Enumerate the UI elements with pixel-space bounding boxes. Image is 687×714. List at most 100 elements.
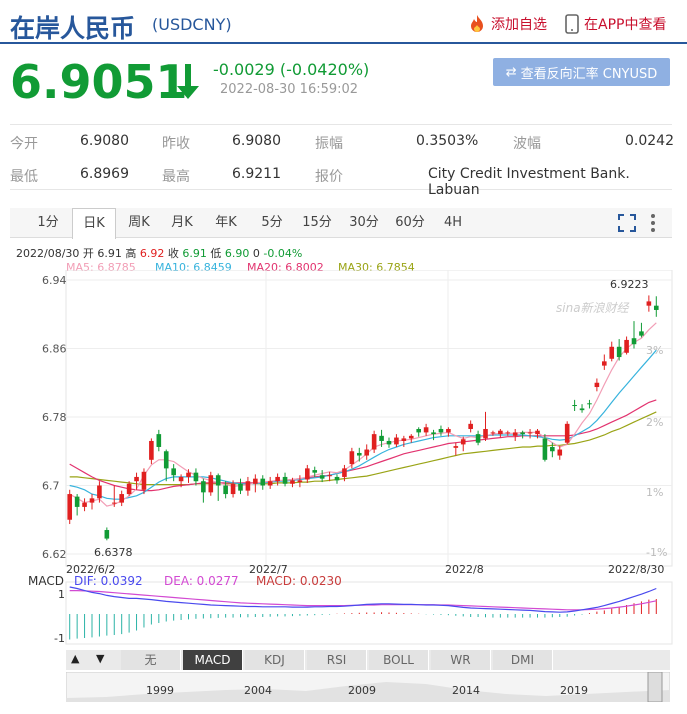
- candle-body: [564, 423, 570, 443]
- candle-body: [371, 434, 377, 450]
- candle-body: [89, 498, 95, 503]
- y-tick-label: 6.7: [42, 480, 60, 493]
- candle-body: [178, 476, 184, 482]
- more-options-icon[interactable]: [650, 213, 656, 233]
- wave-label: 波幅: [513, 136, 541, 152]
- candle-body: [186, 472, 191, 477]
- candle-body: [594, 382, 600, 388]
- indicator-kdj[interactable]: KDJ: [245, 650, 305, 670]
- amplitude-label: 振幅: [315, 136, 343, 152]
- tab-1min[interactable]: 1分: [28, 208, 68, 238]
- scroll-up-button[interactable]: ▲: [71, 652, 79, 665]
- prev-close-label: 昨收: [162, 136, 190, 152]
- reverse-rate-button[interactable]: ⇄ 查看反向汇率 CNYUSD: [493, 58, 670, 86]
- macd-value-label: MACD: 0.0230: [256, 574, 342, 588]
- price-change: -0.0029 (-0.0420%): [213, 60, 370, 79]
- macd-title: MACD: [28, 574, 64, 588]
- open-value: 6.9080: [80, 133, 129, 149]
- tab-monthly-k[interactable]: 月K: [162, 208, 202, 238]
- candle-body: [557, 449, 563, 456]
- scroll-down-button[interactable]: ▼: [96, 652, 104, 665]
- candle-body: [275, 476, 280, 482]
- tab-15min[interactable]: 15分: [297, 208, 337, 238]
- candle-body: [82, 502, 87, 507]
- candle-body: [290, 480, 295, 484]
- candle-body: [416, 428, 421, 433]
- candle-body: [349, 451, 355, 465]
- indicator-wr[interactable]: WR: [431, 650, 491, 670]
- dea-label: DEA: 0.0277: [164, 574, 239, 588]
- dif-label: DIF: 0.0392: [74, 574, 143, 588]
- header-bar: 在岸人民币 (USDCNY) 添加自选 在APP中查看: [0, 0, 687, 44]
- x-tick-label: 2022/8: [445, 563, 484, 576]
- candle-body: [163, 451, 169, 469]
- candle-body: [230, 483, 236, 495]
- swap-icon: ⇄: [505, 64, 517, 80]
- tab-4h[interactable]: 4H: [436, 208, 470, 238]
- candle-body: [111, 502, 117, 504]
- kline-chart[interactable]: sina新浪财经 6.94 6.86 6.78 6.7 6.62 3% 2% 1% -1% 6…: [0, 270, 687, 650]
- candle-body: [438, 428, 444, 433]
- readout-open-label: 开: [82, 247, 94, 260]
- candle-body: [208, 475, 214, 493]
- macd-panel: 1 -1: [54, 581, 673, 645]
- year-label: 2004: [244, 684, 272, 697]
- candle-body: [282, 476, 288, 484]
- page-title: 在岸人民币: [10, 14, 136, 43]
- amplitude-value: 0.3503%: [416, 133, 479, 149]
- add-favorite-button[interactable]: 添加自选: [468, 14, 547, 34]
- y-axis-labels: 6.94 6.86 6.78 6.7 6.62: [42, 274, 67, 561]
- readout-close-label: 收: [167, 247, 179, 260]
- indicator-dmi[interactable]: DMI: [493, 650, 553, 670]
- tab-daily-k[interactable]: 日K: [72, 208, 116, 239]
- indicator-rsi[interactable]: RSI: [307, 650, 367, 670]
- candle-body: [475, 434, 481, 443]
- range-slider[interactable]: 1999 2004 2009 2014 2019: [66, 672, 670, 702]
- candle-body: [505, 432, 511, 434]
- open-in-app-label: 在APP中查看: [584, 17, 667, 33]
- candle-body: [238, 483, 243, 491]
- candle-body: [483, 428, 488, 439]
- current-price: 6.9051: [10, 55, 188, 109]
- candle-body: [423, 427, 429, 433]
- candle-body: [572, 405, 577, 407]
- dif-line: [69, 586, 657, 613]
- candle-body: [319, 475, 325, 479]
- tab-yearly-k[interactable]: 年K: [206, 208, 246, 238]
- sina-watermark: sina新浪财经: [556, 301, 631, 315]
- x-axis-labels: 2022/6/2 2022/7 2022/8 2022/8/30: [66, 563, 664, 576]
- open-in-app-button[interactable]: 在APP中查看: [565, 14, 666, 34]
- indicator-macd[interactable]: MACD: [183, 650, 243, 670]
- moving-averages: [69, 322, 657, 507]
- range-handle[interactable]: [647, 672, 663, 702]
- indicator-boll[interactable]: BOLL: [369, 650, 429, 670]
- candle-body: [653, 305, 659, 310]
- stats-table: 今开 6.9080 昨收 6.9080 振幅 0.3503% 波幅 0.0242…: [10, 124, 674, 198]
- y-tick-label: 6.62: [42, 548, 67, 561]
- ma30-line: [69, 411, 657, 486]
- readout-close: 6.91: [182, 247, 207, 260]
- tab-60min[interactable]: 60分: [390, 208, 430, 238]
- candle-body: [579, 408, 585, 411]
- candle-body: [126, 483, 132, 495]
- candle-body: [119, 494, 124, 503]
- fullscreen-icon[interactable]: [618, 214, 636, 232]
- candle-body: [305, 468, 310, 480]
- candle-body: [364, 449, 370, 456]
- candle-body: [342, 468, 347, 477]
- candle-body: [171, 468, 176, 476]
- year-label: 2014: [452, 684, 480, 697]
- tab-weekly-k[interactable]: 周K: [120, 208, 158, 238]
- candle-body: [141, 471, 147, 490]
- tab-30min[interactable]: 30分: [344, 208, 384, 238]
- macd-border: [65, 581, 673, 645]
- readout-zero: 0: [252, 247, 260, 260]
- candle-body: [609, 346, 615, 359]
- candle-body: [223, 485, 228, 495]
- indicator-none[interactable]: 无: [121, 650, 181, 670]
- low-label: 最低: [10, 169, 38, 185]
- readout-pct: -0.04%: [263, 247, 303, 260]
- tab-5min[interactable]: 5分: [252, 208, 292, 238]
- open-label: 今开: [10, 136, 38, 152]
- flame-icon: [471, 15, 483, 32]
